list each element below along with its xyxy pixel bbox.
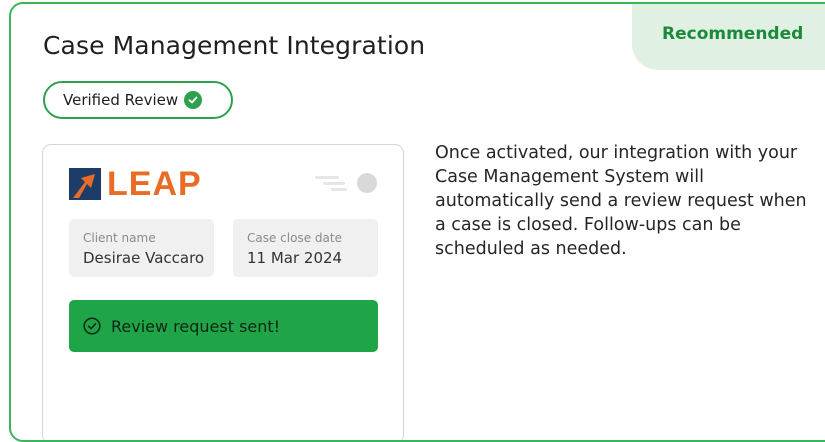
card-title: Case Management Integration [43, 31, 426, 60]
check-circle-outline-icon [83, 317, 101, 335]
integration-description: Once activated, our integration with you… [435, 143, 807, 259]
recommended-label: Recommended [662, 24, 804, 44]
client-name-label: Client name [83, 231, 156, 245]
recommended-ribbon: Recommended [632, 4, 825, 70]
review-request-sent-label: Review request sent! [111, 316, 281, 336]
verified-review-label: Verified Review [63, 91, 179, 109]
verified-review-badge: Verified Review [43, 81, 233, 119]
leap-logo-text: LEAP [107, 165, 202, 203]
leap-logo-mark-icon [69, 168, 101, 200]
review-request-sent-banner: Review request sent! [69, 300, 378, 352]
toggle-icon[interactable] [315, 171, 379, 195]
leap-logo: LEAP [69, 167, 202, 201]
case-close-date-label: Case close date [247, 231, 342, 245]
case-close-date-field: Case close date 11 Mar 2024 [233, 219, 378, 277]
integration-card: Recommended Case Management Integration … [9, 2, 825, 442]
client-name-field: Client name Desirae Vaccaro [69, 219, 214, 277]
client-name-value: Desirae Vaccaro [83, 249, 205, 267]
integration-preview: LEAP Client name Desirae Vaccaro Case cl… [42, 144, 404, 440]
check-circle-icon [184, 91, 203, 109]
case-close-date-value: 11 Mar 2024 [247, 249, 343, 267]
